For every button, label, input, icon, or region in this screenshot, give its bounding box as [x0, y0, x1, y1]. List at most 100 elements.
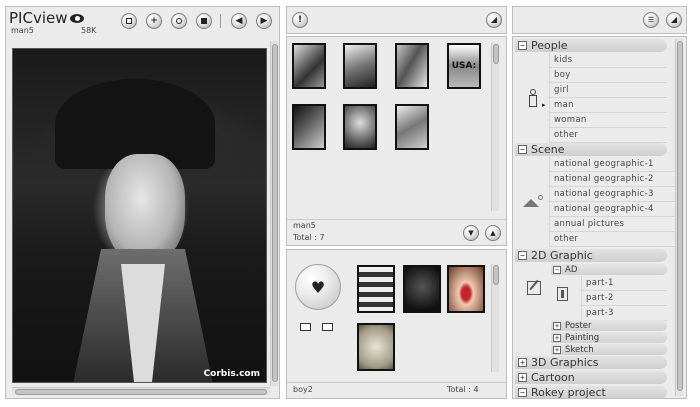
- thumbnail-6[interactable]: [343, 104, 377, 150]
- category-cartoon[interactable]: + Cartoon: [515, 371, 667, 384]
- tag-part-3[interactable]: part-3: [581, 306, 667, 321]
- category-scene[interactable]: − Scene: [515, 143, 667, 156]
- tag-national-geographic-1[interactable]: national geographic-1: [549, 157, 677, 172]
- folder1-scroll-thumb[interactable]: [493, 44, 499, 64]
- favorites-scrollbar[interactable]: [491, 264, 499, 372]
- category-rokey-project[interactable]: − Rokey project: [515, 386, 667, 399]
- subcategory-poster-label: Poster: [565, 320, 592, 331]
- zoom-in-button[interactable]: +: [146, 13, 162, 29]
- collapse-icon: −: [553, 265, 561, 274]
- filter-button[interactable]: ☰: [643, 12, 659, 28]
- expand-icon: −: [518, 388, 527, 397]
- category-rokey-project-label: Rokey project: [531, 386, 606, 399]
- tag-scene-other[interactable]: other: [549, 232, 677, 247]
- folder1-scrollbar[interactable]: [491, 43, 499, 211]
- move-down-button[interactable]: ▼: [463, 225, 479, 241]
- info-icon: [557, 287, 568, 301]
- category-cartoon-label: Cartoon: [531, 371, 575, 384]
- tag-man[interactable]: man: [542, 98, 667, 113]
- tag-national-geographic-3[interactable]: national geographic-3: [549, 187, 677, 202]
- thumbnail-1[interactable]: [292, 43, 326, 89]
- viewer-scrollbar-vertical[interactable]: [270, 41, 278, 386]
- subcategory-sketch[interactable]: + Sketch: [551, 344, 667, 355]
- folder-icon[interactable]: [322, 323, 333, 331]
- zoom-button[interactable]: [171, 13, 187, 29]
- favorite-heart-button[interactable]: ♥: [295, 264, 341, 310]
- category-scroll-thumb[interactable]: [677, 41, 683, 391]
- category-scrollbar[interactable]: [675, 39, 683, 396]
- move-up-button[interactable]: ▲: [485, 225, 501, 241]
- thumbnail-4[interactable]: USA:: [447, 43, 481, 89]
- arrow-up-icon: ▲: [490, 228, 496, 237]
- expand-icon: +: [553, 321, 561, 330]
- category-people[interactable]: − People: [515, 39, 667, 52]
- viewer-scrollbar-horizontal[interactable]: [12, 387, 270, 395]
- tag-boy[interactable]: boy: [549, 68, 667, 83]
- magnifier-icon: [176, 18, 182, 24]
- tag-kids[interactable]: kids: [549, 53, 667, 68]
- subcategory-painting-label: Painting: [565, 332, 600, 343]
- folder1-menu-button[interactable]: ◢: [486, 12, 502, 28]
- subcategory-poster[interactable]: + Poster: [551, 320, 667, 331]
- floppy-icon: [201, 18, 207, 24]
- scene-tag-list: national geographic-1 national geographi…: [549, 157, 677, 247]
- favorite-thumbnail-4[interactable]: [357, 323, 395, 371]
- exclamation-icon: !: [297, 14, 303, 25]
- tag-national-geographic-2[interactable]: national geographic-2: [549, 172, 677, 187]
- tag-national-geographic-4[interactable]: national geographic-4: [549, 202, 677, 217]
- save-button[interactable]: [196, 13, 212, 29]
- arrow-left-icon: ◀: [235, 15, 243, 26]
- next-image-button[interactable]: ▶: [256, 13, 272, 29]
- category-menu-button[interactable]: ◢: [666, 12, 682, 28]
- tag-part-2[interactable]: part-2: [581, 291, 667, 306]
- favorite-thumbnail-1[interactable]: [357, 265, 395, 313]
- expand-icon: +: [518, 373, 527, 382]
- collapse-icon: −: [518, 145, 527, 154]
- eye-icon: [70, 13, 85, 23]
- thumbnail-5[interactable]: [292, 104, 326, 150]
- folder1-header-bar: ! ◢: [286, 6, 507, 34]
- favorites-status-divider: [287, 382, 506, 383]
- category-header-bar: ☰ ◢: [512, 6, 687, 34]
- folder1-thumbnail-panel: USA: man5 Total : 7 ▼ ▲: [286, 36, 507, 246]
- collapse-icon: −: [518, 41, 527, 50]
- subcategory-ad[interactable]: − AD: [551, 264, 667, 275]
- favorite-thumbnail-2[interactable]: [403, 265, 441, 313]
- tag-girl[interactable]: girl: [549, 83, 667, 98]
- favorites-panel: ♥ boy2 Total : 4: [286, 249, 507, 399]
- arrow-right-icon: ▶: [260, 15, 268, 26]
- collapse-icon: −: [518, 251, 527, 260]
- watermark-text: Corbis.com: [203, 369, 260, 379]
- thumbnail-2[interactable]: [343, 43, 377, 89]
- tag-part-1[interactable]: part-1: [581, 276, 667, 291]
- usa-thumb-label: USA:: [451, 61, 477, 71]
- viewer-scroll-thumb[interactable]: [272, 44, 278, 382]
- favorite-thumbnail-3[interactable]: [447, 265, 485, 313]
- tag-annual-pictures[interactable]: annual pictures: [549, 217, 677, 232]
- fit-window-button[interactable]: [121, 13, 137, 29]
- category-3d-graphics[interactable]: + 3D Graphics: [515, 356, 667, 369]
- subcategory-painting[interactable]: + Painting: [551, 332, 667, 343]
- expand-icon: +: [553, 333, 561, 342]
- viewer-panel: PICview man5 58K + ◀ ▶ Corbis.com: [5, 6, 280, 399]
- toolbar-divider: [220, 14, 221, 28]
- category-3d-graphics-label: 3D Graphics: [531, 356, 599, 369]
- arrow-down-icon: ▼: [468, 228, 474, 237]
- prev-image-button[interactable]: ◀: [231, 13, 247, 29]
- favorites-folder-name: boy2: [293, 385, 313, 394]
- edit-icon: [527, 279, 541, 295]
- face-shape: [105, 154, 185, 264]
- corner-icon: ◢: [490, 15, 498, 24]
- thumbnail-7[interactable]: [395, 104, 429, 150]
- tag-people-other[interactable]: other: [549, 128, 667, 143]
- corner-icon-2: ◢: [670, 15, 678, 24]
- ad-tag-list: part-1 part-2 part-3: [581, 276, 667, 321]
- category-2d-graphic[interactable]: − 2D Graphic: [515, 249, 667, 262]
- tag-woman[interactable]: woman: [549, 113, 667, 128]
- favorites-scroll-thumb[interactable]: [493, 265, 499, 285]
- viewer-hscroll-thumb[interactable]: [15, 389, 267, 395]
- thumbnail-3[interactable]: [395, 43, 429, 89]
- app-logo: PICview: [9, 9, 85, 27]
- mail-icon[interactable]: [300, 323, 311, 331]
- alert-button[interactable]: !: [292, 12, 308, 28]
